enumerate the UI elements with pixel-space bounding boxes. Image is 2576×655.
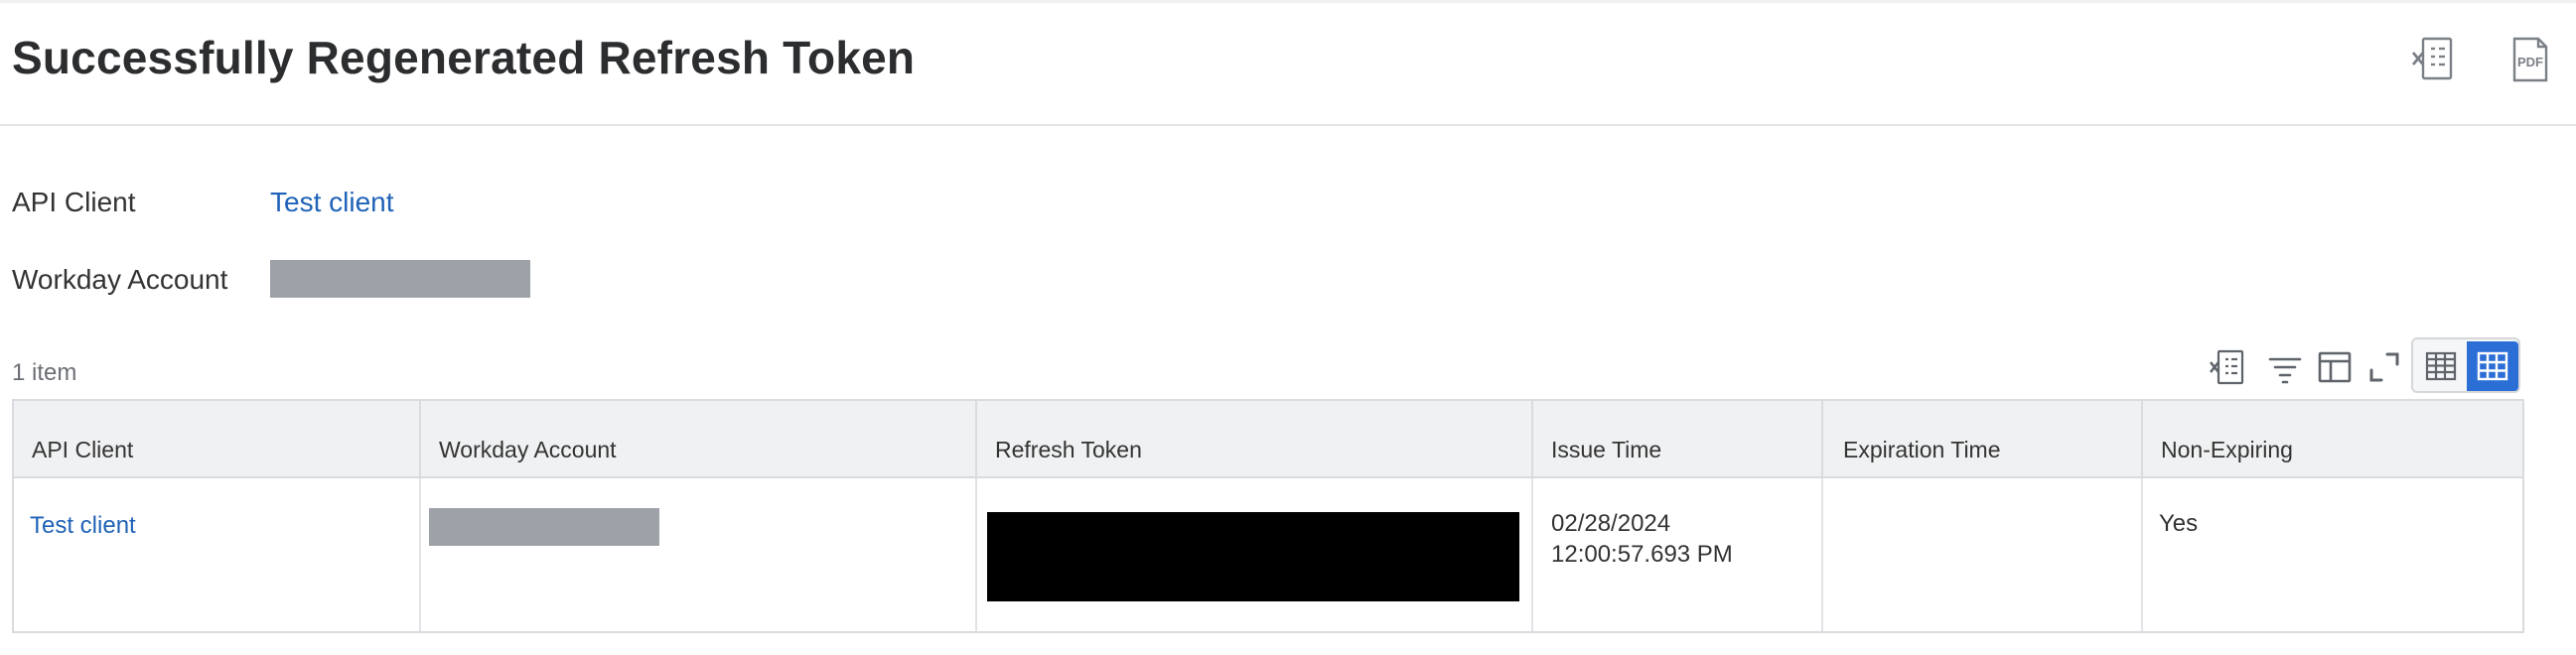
workday-account-redacted xyxy=(270,260,530,298)
column-layout-icon[interactable] xyxy=(2314,345,2356,389)
row-issue-clock: 12:00:57.693 PM xyxy=(1551,541,1733,568)
results-table: API Client Workday Account Refresh Token… xyxy=(12,399,2524,633)
header-divider xyxy=(2141,401,2143,478)
row-workday-account-redacted xyxy=(429,508,659,546)
column-header-refresh-token[interactable]: Refresh Token xyxy=(995,437,1142,463)
header-divider xyxy=(419,401,421,478)
column-header-workday-account[interactable]: Workday Account xyxy=(439,437,617,463)
column-divider xyxy=(1821,478,1823,631)
workday-account-label: Workday Account xyxy=(12,264,228,295)
column-divider xyxy=(2141,478,2143,631)
api-client-link[interactable]: Test client xyxy=(270,187,394,218)
header-divider xyxy=(975,401,977,478)
item-count: 1 item xyxy=(12,359,77,386)
fullscreen-icon[interactable] xyxy=(2363,345,2405,389)
view-toggle xyxy=(2411,337,2520,393)
column-header-expiration-time[interactable]: Expiration Time xyxy=(1843,437,2001,463)
row-issue-time: 02/28/2024 12:00:57.693 PM xyxy=(1551,508,1733,570)
row-api-client-link[interactable]: Test client xyxy=(30,512,136,540)
grid-view-icon[interactable] xyxy=(2467,341,2518,391)
page-title: Successfully Regenerated Refresh Token xyxy=(12,32,916,83)
page-header: Successfully Regenerated Refresh Token P… xyxy=(0,3,2576,126)
column-header-non-expiring[interactable]: Non-Expiring xyxy=(2161,437,2293,463)
header-divider xyxy=(1531,401,1533,478)
row-refresh-token-redacted xyxy=(987,512,1519,601)
column-divider xyxy=(1531,478,1533,631)
column-divider xyxy=(419,478,421,631)
export-to-excel-icon[interactable] xyxy=(2411,35,2457,84)
row-non-expiring: Yes xyxy=(2159,510,2199,537)
api-client-label: API Client xyxy=(12,187,136,217)
row-issue-date: 02/28/2024 xyxy=(1551,510,1671,537)
header-divider xyxy=(1821,401,1823,478)
column-divider xyxy=(975,478,977,631)
column-header-issue-time[interactable]: Issue Time xyxy=(1551,437,1661,463)
column-header-api-client[interactable]: API Client xyxy=(32,437,133,463)
table-header-row: API Client Workday Account Refresh Token… xyxy=(14,401,2522,478)
pdf-icon-label: PDF xyxy=(2517,55,2543,69)
table-export-to-excel-icon[interactable] xyxy=(2207,345,2248,389)
table-view-icon[interactable] xyxy=(2415,341,2467,391)
export-to-pdf-icon[interactable]: PDF xyxy=(2506,35,2552,84)
filter-icon[interactable] xyxy=(2264,345,2306,389)
